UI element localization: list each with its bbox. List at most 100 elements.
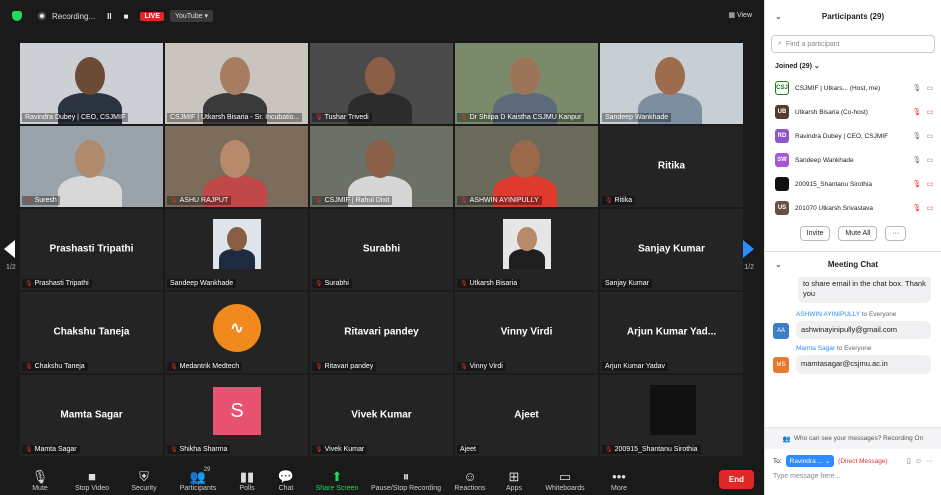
participant-tile[interactable]: ASHWIN AYINIPULLY (455, 126, 598, 207)
more-button[interactable]: ••• More (596, 469, 642, 492)
participant-tile[interactable]: Sanjay Kumar Sanjay Kumar (600, 209, 743, 290)
mute-all-button[interactable]: Mute All (838, 226, 878, 241)
toolbar-button-label: Share Screen (315, 485, 359, 492)
chat-header: ⌄ Meeting Chat (765, 251, 941, 277)
mic-icon[interactable]: 🎙 (912, 156, 922, 164)
mute-button[interactable]: 🎙 Mute (18, 469, 62, 492)
security-shield-icon[interactable] (12, 11, 22, 21)
collapse-chevron-icon[interactable]: ⌄ (775, 12, 782, 21)
share-screen-button[interactable]: ⬆ Share Screen (308, 469, 366, 492)
participant-name: Sandeep Wankhade (795, 156, 854, 164)
mic-muted-icon[interactable]: 🎙 (912, 204, 922, 212)
participants-button[interactable]: 👥 29 Participants (166, 467, 230, 492)
stop-video-button[interactable]: ■ Stop Video (62, 469, 122, 492)
participant-tile[interactable]: 200915_Shantanu Sirothia (600, 375, 743, 456)
avatar: UB (775, 105, 789, 119)
participant-search-input[interactable]: ⌕ Find a participant (771, 35, 935, 53)
participant-tile[interactable]: Ravindra Dubey | CEO, CSJMIF (20, 43, 163, 124)
participants-title: Participants (29) (821, 11, 885, 21)
participant-row[interactable]: UB Utkarsh Bisaria (Co-host) 🎙 ▭ (765, 100, 941, 124)
participant-name-label: Shikha Sharma (167, 445, 231, 454)
participant-row[interactable]: US 201070 Utkarsh Srivastava 🎙 ▭ (765, 196, 941, 220)
youtube-stream-button[interactable]: YouTube ▾ (170, 10, 213, 22)
participant-tile[interactable]: ASHU RAJPUT (165, 126, 308, 207)
view-button[interactable]: ▦ View (728, 11, 752, 19)
participant-display-name: Surabhi (362, 242, 401, 254)
message-visibility-notice[interactable]: 👥 Who can see your messages? Recording O… (765, 427, 941, 449)
avatar: MS (773, 357, 789, 374)
participant-tile[interactable]: Prashasti Tripathi Prashasti Tripathi (20, 209, 163, 290)
message-recipient: to Everyone (836, 345, 872, 353)
participant-tile[interactable]: S Shikha Sharma (165, 375, 308, 456)
participant-name-label: Ritavari pandey (312, 362, 377, 371)
participant-tile[interactable]: Ritika Ritika (600, 126, 743, 207)
participant-tile[interactable]: Vivek Kumar Vivek Kumar (310, 375, 453, 456)
participant-tile[interactable]: Vinny Virdi Vinny Virdi (455, 292, 598, 373)
participant-tile[interactable]: Sandeep Wankhade (600, 43, 743, 124)
participant-tile[interactable]: Tushar Trivedi (310, 43, 453, 124)
pause-recording-icon[interactable]: II (107, 12, 111, 21)
file-icon[interactable]: ▯ (907, 457, 911, 465)
camera-off-icon[interactable]: ▭ (925, 108, 935, 116)
chat-title: Meeting Chat (827, 260, 879, 269)
participant-row[interactable]: CSJ CSJMIF | Utkars... (Host, me) 🎙 ▭ (765, 76, 941, 100)
camera-off-icon[interactable]: ▭ (925, 204, 935, 212)
recipient-select[interactable]: Ravindra ... ⌄ (785, 455, 835, 467)
participant-tile[interactable]: Mamta Sagar Mamta Sagar (20, 375, 163, 456)
emoji-icon[interactable]: ☺ (915, 458, 922, 465)
participant-tile[interactable]: CSJMIF | Rahul Dixit (310, 126, 453, 207)
polls-button[interactable]: ▮▮ Polls (230, 469, 264, 492)
stop-video-icon: ■ (88, 469, 96, 484)
pause-stop-recording-button[interactable]: ⏸ Pause/Stop Recording (366, 469, 446, 492)
participant-tile[interactable]: Surabhi Surabhi (310, 209, 453, 290)
participant-tile[interactable]: CSJMIF | Utkarsh Bisaria - Sr. Incubatio… (165, 43, 308, 124)
participant-tile[interactable]: Arjun Kumar Yad... Arjun Kumar Yadav (600, 292, 743, 373)
participant-tile[interactable]: ∿ Medantrik Medtech (165, 292, 308, 373)
end-meeting-button[interactable]: End (718, 470, 754, 489)
reactions-button[interactable]: ☺ Reactions (446, 469, 494, 492)
camera-off-icon[interactable]: ▭ (925, 180, 935, 188)
chat-button[interactable]: 💬 Chat (264, 469, 308, 492)
mic-icon[interactable]: 🎙 (912, 84, 922, 92)
security-button[interactable]: ⛨ Security (122, 469, 166, 492)
participant-name-label: Utkarsh Bisaria (457, 279, 521, 288)
participant-tile[interactable]: Utkarsh Bisaria (455, 209, 598, 290)
participant-tile[interactable]: Suresh (20, 126, 163, 207)
whiteboards-button[interactable]: ▭ Whiteboards (534, 469, 596, 492)
participant-row[interactable]: 200915_Shantanu Sirothia 🎙 ▭ (765, 172, 941, 196)
mic-muted-icon[interactable]: 🎙 (912, 108, 922, 116)
polls-icon: ▮▮ (239, 469, 255, 484)
participant-row[interactable]: RD Ravindra Dubey | CEO, CSJMIF 🎙 ▭ (765, 124, 941, 148)
chat-message: AA ASHWIN AYINIPULLY to Everyone ashwinayi… (773, 311, 931, 340)
chat-message-input[interactable]: Type message here... (765, 469, 941, 484)
participant-tile[interactable]: Ritavari pandey Ritavari pandey (310, 292, 453, 373)
camera-icon[interactable]: ▭ (925, 84, 935, 92)
camera-icon[interactable]: ▭ (925, 156, 935, 164)
more-icon[interactable]: ··· (926, 458, 933, 465)
toolbar-button-label: Reactions (454, 485, 486, 492)
participant-tile[interactable]: Dr Shilpa D Kaistha CSJMU Kanpur (455, 43, 598, 124)
previous-page-arrow-icon[interactable] (4, 240, 15, 258)
camera-icon[interactable]: ▭ (925, 132, 935, 140)
toolbar-button-label: More (611, 485, 627, 492)
mute-icon: 🎙 (31, 469, 49, 484)
participant-row[interactable]: SW Sandeep Wankhade 🎙 ▭ (765, 148, 941, 172)
participant-name-label: Dr Shilpa D Kaistha CSJMU Kanpur (457, 113, 585, 122)
participant-name-label: CSJMIF | Utkarsh Bisaria - Sr. Incubatio… (167, 113, 303, 122)
company-logo-icon: ∿ (213, 304, 261, 352)
participant-display-name: Prashasti Tripathi (49, 242, 134, 254)
mic-icon[interactable]: 🎙 (912, 132, 922, 140)
apps-button[interactable]: ⊞ Apps (494, 469, 534, 492)
participant-name-label: Ritika (602, 196, 636, 205)
participant-tile[interactable]: Chakshu Taneja Chakshu Taneja (20, 292, 163, 373)
mic-muted-icon[interactable]: 🎙 (912, 180, 922, 188)
joined-section-label[interactable]: Joined (29) ⌄ (765, 53, 941, 76)
collapse-chevron-icon[interactable]: ⌄ (775, 260, 782, 269)
more-icon: ••• (612, 469, 626, 484)
stop-recording-icon[interactable]: ■ (124, 12, 129, 21)
participant-tile[interactable]: Ajeet Ajeet (455, 375, 598, 456)
participant-tile[interactable]: Sandeep Wankhade (165, 209, 308, 290)
chat-icon: 💬 (277, 469, 295, 484)
invite-button[interactable]: Invite (799, 226, 831, 241)
more-options-button[interactable]: ··· (885, 226, 907, 241)
